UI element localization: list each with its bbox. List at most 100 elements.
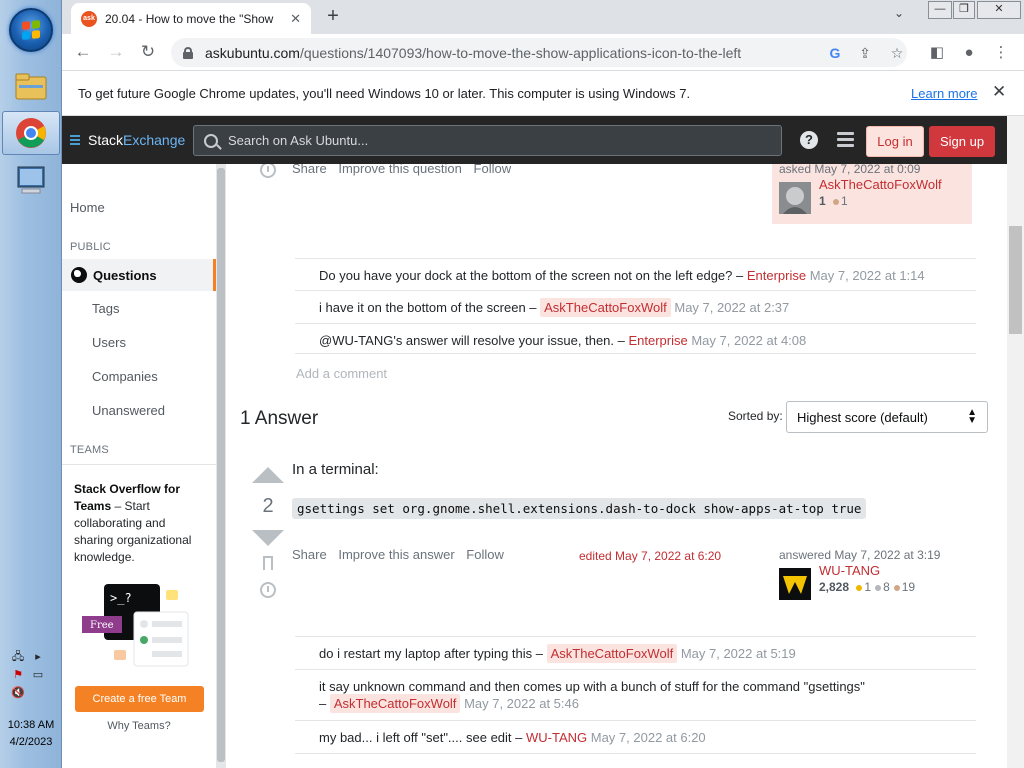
why-teams-link[interactable]: Why Teams?	[62, 720, 216, 732]
warning-icon[interactable]: ⚑	[10, 668, 26, 682]
comment-user[interactable]: AskTheCattoFoxWolf	[546, 644, 678, 663]
globe-icon	[71, 267, 87, 283]
answer-owner-card: answered May 7, 2022 at 3:19 WU-TANG 2,8…	[772, 542, 972, 602]
site-switcher-icon[interactable]	[837, 132, 854, 148]
active-tab[interactable]: ask 20.04 - How to move the "Show ✕	[71, 3, 311, 34]
sort-select[interactable]: Highest score (default) ▲ ▼	[786, 401, 988, 433]
forward-button[interactable]: →	[104, 41, 128, 65]
user-avatar[interactable]	[779, 182, 811, 214]
folder-icon	[15, 73, 47, 100]
profile-avatar-icon[interactable]: ●	[958, 42, 980, 64]
site-search-input[interactable]: Search on Ask Ubuntu...	[193, 125, 782, 156]
bookmark-star-icon[interactable]: ☆	[888, 44, 906, 62]
google-translate-icon[interactable]: G	[826, 44, 844, 62]
wu-tang-avatar[interactable]	[779, 568, 811, 600]
comment-date[interactable]: May 7, 2022 at 6:20	[591, 730, 706, 745]
signup-button[interactable]: Sign up	[929, 126, 995, 157]
chrome-icon	[16, 118, 46, 148]
clock-time[interactable]: 10:38 AM	[0, 719, 62, 731]
answer-vote-column: 2	[248, 467, 288, 598]
question-history-icon[interactable]	[260, 164, 276, 178]
answer-improve-link[interactable]: Improve this answer	[338, 547, 454, 562]
stackexchange-logo[interactable]: Stack Exchange	[70, 132, 185, 148]
upvote-icon[interactable]	[252, 467, 284, 483]
question-post-menu: Share Improve this question Follow	[292, 164, 519, 176]
login-button[interactable]: Log in	[866, 126, 924, 157]
comment-date[interactable]: May 7, 2022 at 2:37	[674, 300, 789, 315]
address-bar[interactable]: askubuntu.com/questions/1407093/how-to-m…	[171, 38, 907, 67]
askubuntu-favicon-icon: ask	[81, 10, 97, 27]
comment: @WU-TANG's answer will resolve your issu…	[295, 323, 976, 355]
infobar-close-icon[interactable]: ✕	[992, 82, 1006, 102]
question-share-link[interactable]: Share	[292, 164, 327, 176]
scrollbar-thumb[interactable]	[1009, 226, 1022, 334]
answer-follow-link[interactable]: Follow	[466, 547, 504, 562]
infobar-message: To get future Google Chrome updates, you…	[78, 86, 691, 101]
close-window-button[interactable]: ✕	[977, 1, 1021, 19]
restore-button[interactable]: ❐	[953, 1, 975, 19]
question-owner-rep-value: 1	[819, 194, 826, 208]
nav-questions[interactable]: Questions	[62, 259, 216, 291]
bronze-badges: 19	[901, 580, 916, 594]
tab-search-chevron-icon[interactable]: ⌄	[894, 6, 904, 20]
url-host: askubuntu.com	[205, 44, 300, 61]
nav-unanswered[interactable]: Unanswered	[62, 403, 216, 418]
answer-owner-rep-value: 2,828	[819, 580, 850, 594]
start-button[interactable]	[9, 8, 53, 52]
comment-user[interactable]: WU-TANG	[526, 730, 587, 745]
comment-user[interactable]: Enterprise	[628, 333, 687, 348]
question-follow-link[interactable]: Follow	[474, 164, 512, 176]
answer-history-icon[interactable]	[260, 582, 276, 598]
question-improve-link[interactable]: Improve this question	[338, 164, 462, 176]
taskbar-chrome[interactable]	[2, 111, 60, 155]
nav-tags[interactable]: Tags	[62, 301, 216, 316]
taskbar-app[interactable]	[2, 158, 60, 202]
comment-date[interactable]: May 7, 2022 at 5:19	[681, 646, 796, 661]
volume-muted-icon[interactable]: 🔇	[10, 686, 26, 700]
comment-user[interactable]: AskTheCattoFoxWolf	[329, 694, 461, 713]
nav-home[interactable]: Home	[62, 200, 216, 215]
comment-user[interactable]: AskTheCattoFoxWolf	[540, 298, 671, 317]
create-team-button[interactable]: Create a free Team	[75, 686, 204, 712]
comment-date[interactable]: May 7, 2022 at 1:14	[810, 268, 925, 283]
comment-date[interactable]: May 7, 2022 at 4:08	[691, 333, 806, 348]
side-panel-icon[interactable]: ◧	[926, 42, 948, 64]
downvote-icon[interactable]	[252, 530, 284, 546]
answer-owner-name[interactable]: WU-TANG	[819, 563, 880, 578]
kebab-menu-icon[interactable]: ⋮	[990, 42, 1012, 64]
help-icon[interactable]: ?	[800, 131, 818, 149]
clock-date[interactable]: 4/2/2023	[0, 736, 62, 748]
nav-users[interactable]: Users	[62, 335, 216, 350]
bookmark-icon[interactable]	[263, 556, 273, 570]
question-owner-rep: 1 1	[819, 194, 848, 208]
new-tab-button[interactable]: +	[320, 4, 346, 30]
tray-expand-icon[interactable]: ▸	[30, 650, 46, 664]
minimize-button[interactable]: —	[928, 1, 952, 19]
sidebar-scrollbar-thumb[interactable]	[217, 168, 225, 762]
comment: my bad... i left off "set".... see edit …	[295, 720, 976, 754]
edited-link[interactable]: edited May 7, 2022 at 6:20	[579, 549, 721, 563]
answer-post-menu: Share Improve this answer Follow	[292, 547, 512, 562]
sort-chevron-icon: ▲ ▼	[967, 407, 977, 426]
share-icon[interactable]: ⇪	[856, 44, 874, 62]
stackexchange-topbar: Stack Exchange Search on Ask Ubuntu... ? …	[62, 116, 1007, 164]
display-icon[interactable]: ▭	[30, 668, 46, 682]
sidebar-scrollbar[interactable]	[216, 164, 226, 768]
windows-logo-icon	[22, 20, 40, 40]
learn-more-link[interactable]: Learn more	[911, 86, 977, 101]
comment-user[interactable]: Enterprise	[747, 268, 806, 283]
add-comment-link[interactable]: Add a comment	[296, 366, 387, 381]
reload-button[interactable]: ↻	[136, 41, 160, 65]
lock-icon[interactable]	[183, 46, 193, 59]
left-sidebar: Home PUBLIC Questions Tags Users Compani…	[62, 164, 226, 768]
answer-share-link[interactable]: Share	[292, 547, 327, 562]
back-button[interactable]: ←	[71, 41, 95, 65]
question-owner-name[interactable]: AskTheCattoFoxWolf	[819, 177, 942, 192]
network-icon[interactable]: 🖧	[10, 650, 26, 664]
teams-free-badge: Free	[90, 620, 114, 631]
nav-companies[interactable]: Companies	[62, 369, 216, 384]
taskbar-explorer[interactable]	[2, 64, 60, 108]
comment-date[interactable]: May 7, 2022 at 5:46	[464, 696, 579, 711]
page-scrollbar[interactable]	[1007, 116, 1024, 768]
tab-close-icon[interactable]: ✕	[290, 11, 301, 27]
